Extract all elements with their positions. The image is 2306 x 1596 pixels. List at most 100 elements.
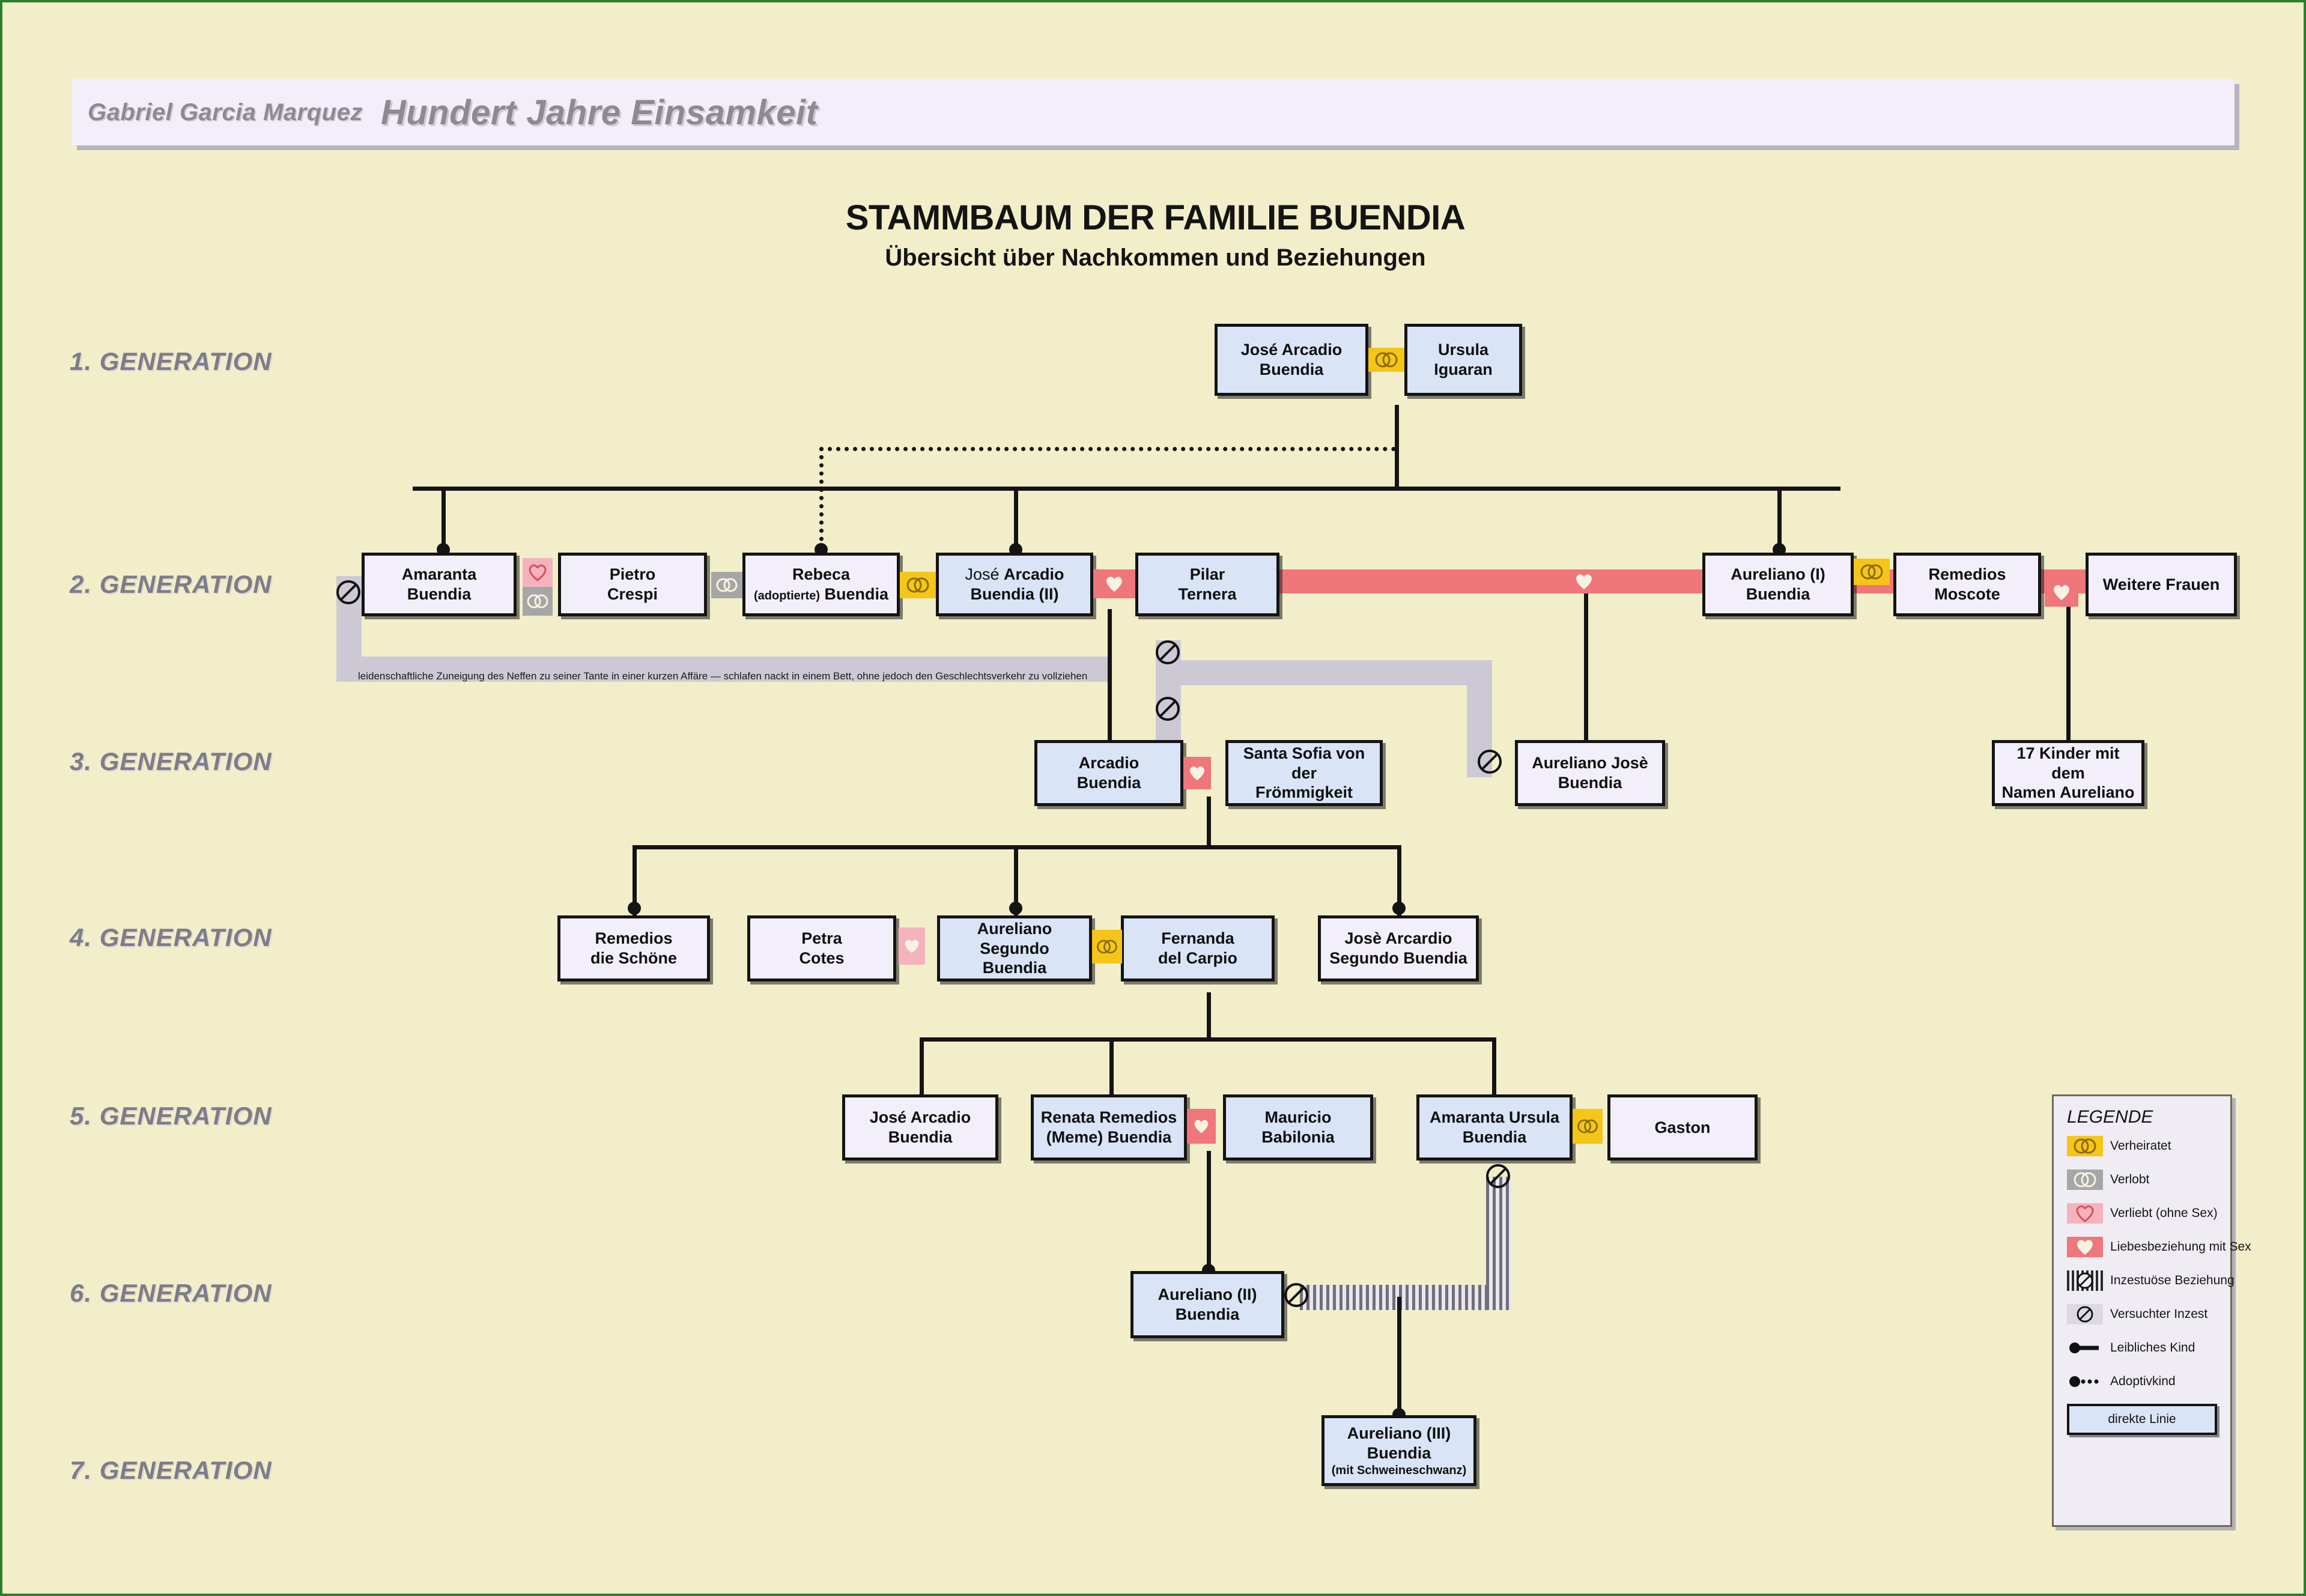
- engaged-icon: [2067, 1170, 2103, 1190]
- person-name-line1: Pilar: [1189, 565, 1225, 584]
- person-box-jose-arcadio-ii[interactable]: José Arcadio Buendia (II): [936, 553, 1093, 616]
- person-box-remedios-moscote[interactable]: Remedios Moscote: [1893, 553, 2041, 616]
- person-box-remedios-schoene[interactable]: Remedios die Schöne: [557, 915, 710, 982]
- legend-row-attempted-incest: Versuchter Inzest: [2067, 1302, 2230, 1327]
- love-no-sex-icon-petra-aureliano: [899, 927, 925, 965]
- person-name-line1: Aureliano Segundo: [977, 919, 1052, 957]
- diagram-canvas: Gabriel Garcia Marquez Hundert Jahre Ein…: [0, 0, 2306, 1596]
- page-subtitle: Übersicht über Nachkommen und Beziehunge…: [885, 244, 1426, 271]
- person-name-line1: Renata Remedios: [1040, 1108, 1177, 1127]
- person-name-line2: Buendia: [1367, 1443, 1431, 1462]
- legend-row-love-no-sex: Verliebt (ohne Sex): [2067, 1201, 2230, 1226]
- person-name-line2: Buendia: [1558, 774, 1622, 792]
- person-box-aureliano-jose[interactable]: Aureliano Josè Buendia: [1515, 740, 1665, 806]
- connector-to-aureliano-iii: [1397, 1297, 1401, 1422]
- person-name-line2: Buendia: [1462, 1128, 1527, 1146]
- person-name-line1: Aureliano (III): [1347, 1424, 1451, 1442]
- person-name-line2: die Schöne: [590, 949, 678, 967]
- arcadio-bold: Arcadio: [1004, 565, 1064, 584]
- generation-label-7: 7. GENERATION: [70, 1456, 272, 1484]
- person-name-line1: Aureliano Josè: [1532, 754, 1648, 772]
- person-box-jose-arcadio-segundo[interactable]: Josè Arcardio Segundo Buendia: [1318, 915, 1479, 982]
- person-name-line1: Santa Sofia von der: [1243, 744, 1365, 782]
- person-name-line2: Buendia: [1175, 1305, 1240, 1323]
- biological-child-icon: [2067, 1338, 2103, 1358]
- person-box-santa-sofia[interactable]: Santa Sofia von der Frömmigkeit: [1225, 740, 1383, 806]
- person-box-jose-arcadio-g5[interactable]: José Arcadio Buendia: [842, 1094, 998, 1161]
- person-name-line2: Moscote: [1934, 585, 2000, 603]
- legend-label-adopted-child: Adoptivkind: [2110, 1374, 2176, 1388]
- legend-row-engaged: Verlobt: [2067, 1167, 2230, 1192]
- connector-to-arcadio: [1108, 609, 1112, 759]
- person-box-aureliano-iii[interactable]: Aureliano (III) Buendia (mit Schweinesch…: [1321, 1415, 1476, 1486]
- attempted-incest-icon-arcadio-bottom: [1153, 694, 1182, 726]
- married-icon-amaranta-gaston: [1573, 1109, 1603, 1144]
- person-name-line1: Weitere Frauen: [2102, 575, 2220, 593]
- person-box-aureliano-segundo[interactable]: Aureliano Segundo Buendia: [937, 915, 1092, 982]
- adoption-line-vertical: [819, 447, 824, 557]
- person-name-line1: Remedios: [595, 929, 673, 948]
- love-sex-icon: [2067, 1237, 2103, 1257]
- person-box-jose-arcadio-buendia[interactable]: José Arcadio Buendia: [1215, 324, 1368, 396]
- person-box-mauricio[interactable]: Mauricio Babilonia: [1223, 1094, 1373, 1161]
- person-box-ursula-iguaran[interactable]: Ursula Iguaran: [1404, 324, 1522, 396]
- person-box-fernanda[interactable]: Fernanda del Carpio: [1121, 915, 1275, 982]
- person-name-line2: Buendia: [407, 585, 472, 603]
- person-name-line2: Iguaran: [1434, 360, 1493, 378]
- person-box-amaranta-ursula[interactable]: Amaranta Ursula Buendia: [1416, 1094, 1573, 1161]
- person-box-gaston[interactable]: Gaston: [1607, 1094, 1758, 1161]
- person-name-line1: Aureliano (II): [1158, 1285, 1257, 1304]
- person-box-17-kinder[interactable]: 17 Kinder mit dem Namen Aureliano: [1992, 740, 2144, 806]
- person-box-pilar-ternera[interactable]: Pilar Ternera: [1135, 553, 1279, 616]
- generation-label-6: 6. GENERATION: [70, 1279, 272, 1307]
- person-name-line1: José Arcadio: [965, 565, 1064, 584]
- legend-direct-line-box: direkte Linie: [2067, 1404, 2217, 1435]
- person-name-line1: Rebeca: [792, 565, 851, 584]
- person-name-line1: Gaston: [1654, 1118, 1711, 1136]
- married-icon: [2067, 1136, 2103, 1156]
- person-name-line2: Frömmigkeit: [1255, 783, 1353, 802]
- person-name-line1: Arcadio: [1078, 754, 1139, 772]
- person-name-line1: Ursula: [1437, 341, 1489, 359]
- connector-g4-trunk: [1207, 992, 1211, 1040]
- adopted-child-icon: [2067, 1371, 2103, 1392]
- connector-to-aureliano-ii: [1207, 1151, 1211, 1282]
- legend-label-engaged: Verlobt: [2110, 1173, 2150, 1186]
- love-sex-icon-jose-pilar: [1093, 569, 1135, 598]
- legend-row-biological-child: Leibliches Kind: [2067, 1335, 2230, 1361]
- person-box-amaranta[interactable]: Amaranta Buendia: [362, 553, 517, 616]
- person-box-pietro-crespi[interactable]: Pietro Crespi: [558, 553, 707, 616]
- attempted-incest-band-arcadio-h: [1156, 660, 1492, 685]
- person-box-aureliano-ii[interactable]: Aureliano (II) Buendia: [1130, 1271, 1284, 1338]
- generation-label-2: 2. GENERATION: [70, 570, 272, 598]
- person-name-line1: Remedios: [1928, 565, 2006, 584]
- person-name-line2: Buendia: [1746, 585, 1810, 603]
- person-name-line1: Pietro: [609, 565, 656, 584]
- person-box-aureliano-i[interactable]: Aureliano (I) Buendia: [1702, 553, 1854, 616]
- person-box-meme[interactable]: Renata Remedios (Meme) Buendia: [1031, 1094, 1187, 1161]
- legend-label-attempted-incest: Versuchter Inzest: [2110, 1307, 2208, 1321]
- person-name-line2: Cotes: [799, 949, 845, 967]
- rebeca-surname: Buendia: [824, 585, 889, 603]
- legend-label-biological-child: Leibliches Kind: [2110, 1341, 2195, 1355]
- person-box-weitere-frauen[interactable]: Weitere Frauen: [2086, 553, 2237, 616]
- adoption-line-horizontal: [819, 447, 1396, 451]
- person-box-arcadio[interactable]: Arcadio Buendia: [1034, 740, 1183, 806]
- attempted-incest-icon-amaranta-ursula: [1484, 1162, 1513, 1194]
- person-box-petra-cotes[interactable]: Petra Cotes: [747, 915, 896, 982]
- connector-to-aureliano-jose: [1584, 593, 1588, 760]
- person-name-line1: José Arcadio: [1240, 341, 1343, 359]
- header-bar: Gabriel Garcia Marquez Hundert Jahre Ein…: [72, 79, 2235, 145]
- love-sex-icon-arcadio-santasofia: [1183, 757, 1211, 789]
- married-icon-aureliano-fernanda: [1092, 930, 1122, 963]
- person-name-line2: Buendia: [1076, 774, 1141, 792]
- married-icon-aureliano-remedios: [1854, 559, 1890, 585]
- person-box-rebeca[interactable]: Rebeca (adoptierte) Buendia: [742, 553, 900, 616]
- love-no-sex-icon-amaranta-pietro: [523, 558, 553, 587]
- legend-panel: LEGENDE Verheiratet Verlobt Verliebt (oh…: [2052, 1094, 2251, 1527]
- incest-icon: [2067, 1270, 2103, 1291]
- aureliano-iii-note: (mit Schweineschwanz): [1331, 1463, 1467, 1477]
- person-name-line2: Buendia: [888, 1128, 953, 1146]
- person-name-line2: Babilonia: [1261, 1128, 1335, 1146]
- person-name-line2: Namen Aureliano: [2001, 783, 2135, 802]
